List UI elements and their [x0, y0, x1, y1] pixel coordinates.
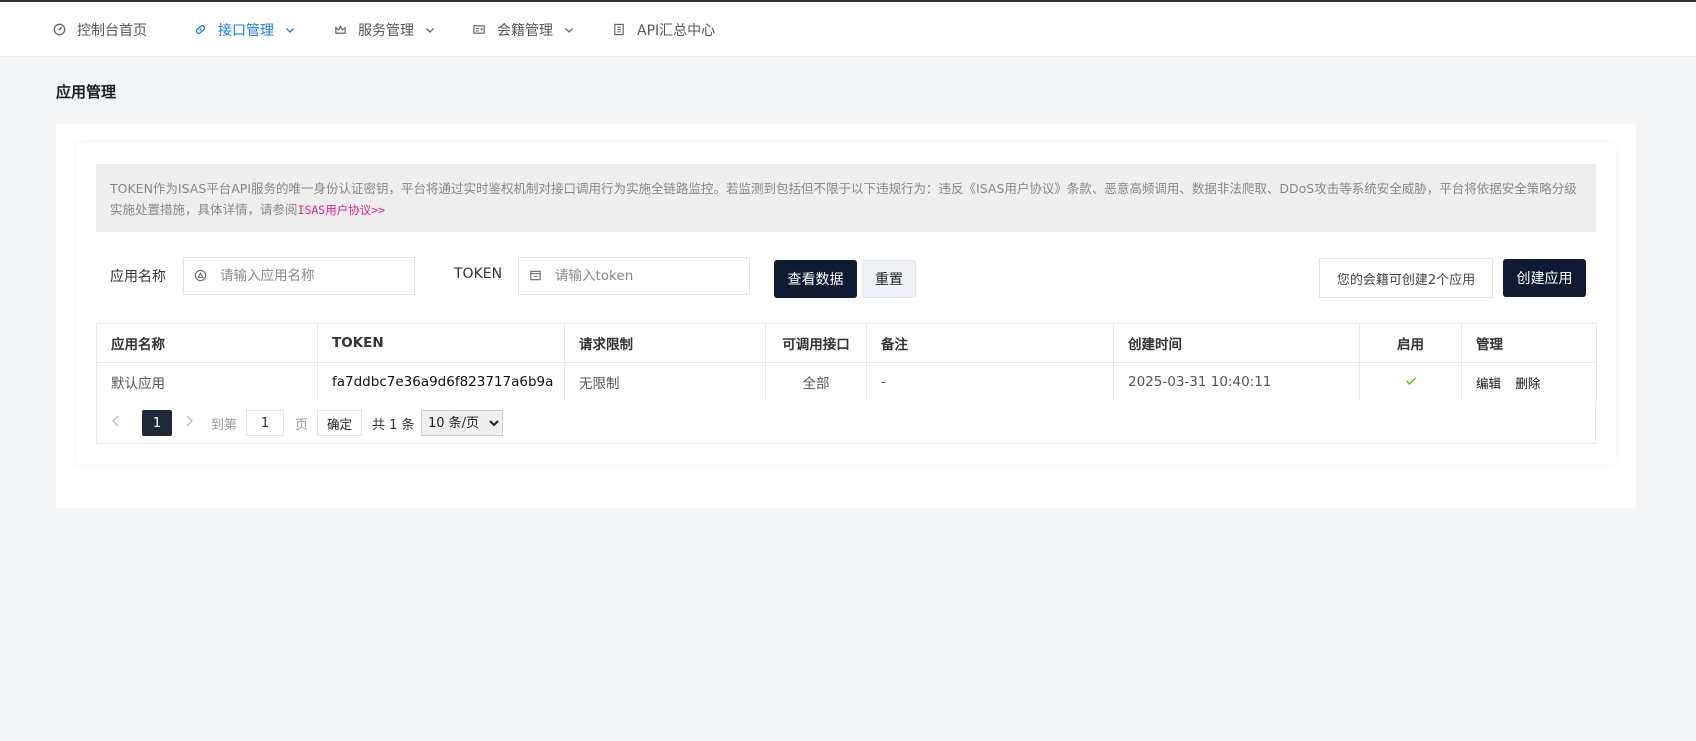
app-name-input[interactable] [220, 268, 390, 284]
nav-label: 接口管理 [218, 22, 274, 39]
page-suffix: 页 [295, 417, 309, 433]
cell-enabled [1359, 362, 1462, 402]
token-notice: TOKEN作为ISAS平台API服务的唯一身份认证密钥，平台将通过实时鉴权机制对… [96, 164, 1596, 232]
column-header: 请求限制 [564, 323, 766, 363]
link-icon [193, 23, 207, 37]
top-navbar: 控制台首页 接口管理 服务管理 会籍管理 API汇总中心 [0, 2, 1696, 57]
table-row: 默认应用 fa7ddbc7e36a9d6f823717a6b9a 无限制 全部 … [96, 362, 1597, 402]
user-agreement-link[interactable]: ISAS用户协议>> [298, 203, 386, 217]
token-input-wrapper[interactable] [518, 257, 750, 295]
page-title: 应用管理 [56, 83, 117, 101]
chevron-right-icon [184, 414, 194, 432]
column-header: 可调用接口 [765, 323, 867, 363]
nav-item-membership-management[interactable]: 会籍管理 [472, 2, 574, 57]
cell-actions: 编辑 删除 [1461, 362, 1597, 402]
delete-button[interactable]: 删除 [1515, 376, 1540, 391]
building-icon [612, 23, 626, 37]
chevron-down-icon [425, 25, 435, 35]
check-icon [1405, 374, 1417, 390]
pagination: 1 到第 页 确定 共 1 条 10 条/页 [96, 401, 1596, 444]
cell-app-name: 默认应用 [96, 362, 318, 402]
token-input[interactable] [555, 268, 725, 284]
chevron-down-icon [564, 25, 574, 35]
app-name-label: 应用名称 [110, 269, 166, 285]
nav-item-api-management[interactable]: 接口管理 [193, 2, 295, 57]
token-label: TOKEN [454, 266, 503, 282]
column-header: 应用名称 [96, 323, 318, 363]
id-card-icon [472, 23, 486, 37]
page-size-wrapper[interactable]: 10 条/页 [421, 410, 503, 436]
cell-created-time: 2025-03-31 10:40:11 [1113, 362, 1360, 402]
cell-remark: - [866, 362, 1114, 402]
nav-label: 服务管理 [358, 22, 414, 39]
app-icon [194, 269, 208, 283]
crown-icon [333, 23, 347, 37]
table-header-row: 应用名称 TOKEN 请求限制 可调用接口 备注 创建时间 启用 管理 [96, 323, 1597, 363]
create-app-button[interactable]: 创建应用 [1503, 259, 1586, 297]
prev-page-button[interactable] [111, 410, 121, 436]
membership-quota: 您的会籍可创建2个应用 [1319, 258, 1493, 298]
current-page[interactable]: 1 [142, 410, 172, 436]
reset-button[interactable]: 重置 [862, 260, 916, 298]
page-size-select[interactable]: 10 条/页 [421, 410, 503, 436]
nav-item-service-management[interactable]: 服务管理 [333, 2, 435, 57]
app-name-input-wrapper[interactable] [183, 257, 415, 295]
column-header: TOKEN [317, 323, 565, 363]
nav-item-dashboard[interactable]: 控制台首页 [52, 2, 147, 57]
cell-request-limit: 无限制 [564, 362, 766, 402]
key-box-icon [529, 269, 543, 283]
goto-input-wrapper[interactable] [246, 410, 284, 436]
goto-label: 到第 [211, 417, 238, 433]
total-count: 共 1 条 [372, 417, 415, 433]
edit-button[interactable]: 编辑 [1476, 376, 1501, 391]
cell-token: fa7ddbc7e36a9d6f823717a6b9a [317, 362, 565, 402]
nav-item-api-center[interactable]: API汇总中心 [612, 2, 715, 57]
nav-label: 控制台首页 [77, 22, 147, 39]
column-header: 备注 [866, 323, 1114, 363]
goto-confirm-button[interactable]: 确定 [317, 410, 363, 436]
goto-page-input[interactable] [246, 410, 284, 436]
nav-label: 会籍管理 [497, 22, 553, 39]
column-header: 创建时间 [1113, 323, 1360, 363]
column-header: 启用 [1359, 323, 1462, 363]
app-table: 应用名称 TOKEN 请求限制 可调用接口 备注 创建时间 启用 管理 默认应用… [96, 323, 1597, 402]
chevron-down-icon [285, 25, 295, 35]
query-button[interactable]: 查看数据 [774, 260, 857, 298]
cell-apis: 全部 [765, 362, 867, 402]
next-page-button[interactable] [184, 410, 194, 436]
nav-label: API汇总中心 [637, 22, 716, 39]
column-header: 管理 [1461, 323, 1597, 363]
dashboard-icon [52, 23, 66, 37]
chevron-left-icon [111, 414, 121, 432]
